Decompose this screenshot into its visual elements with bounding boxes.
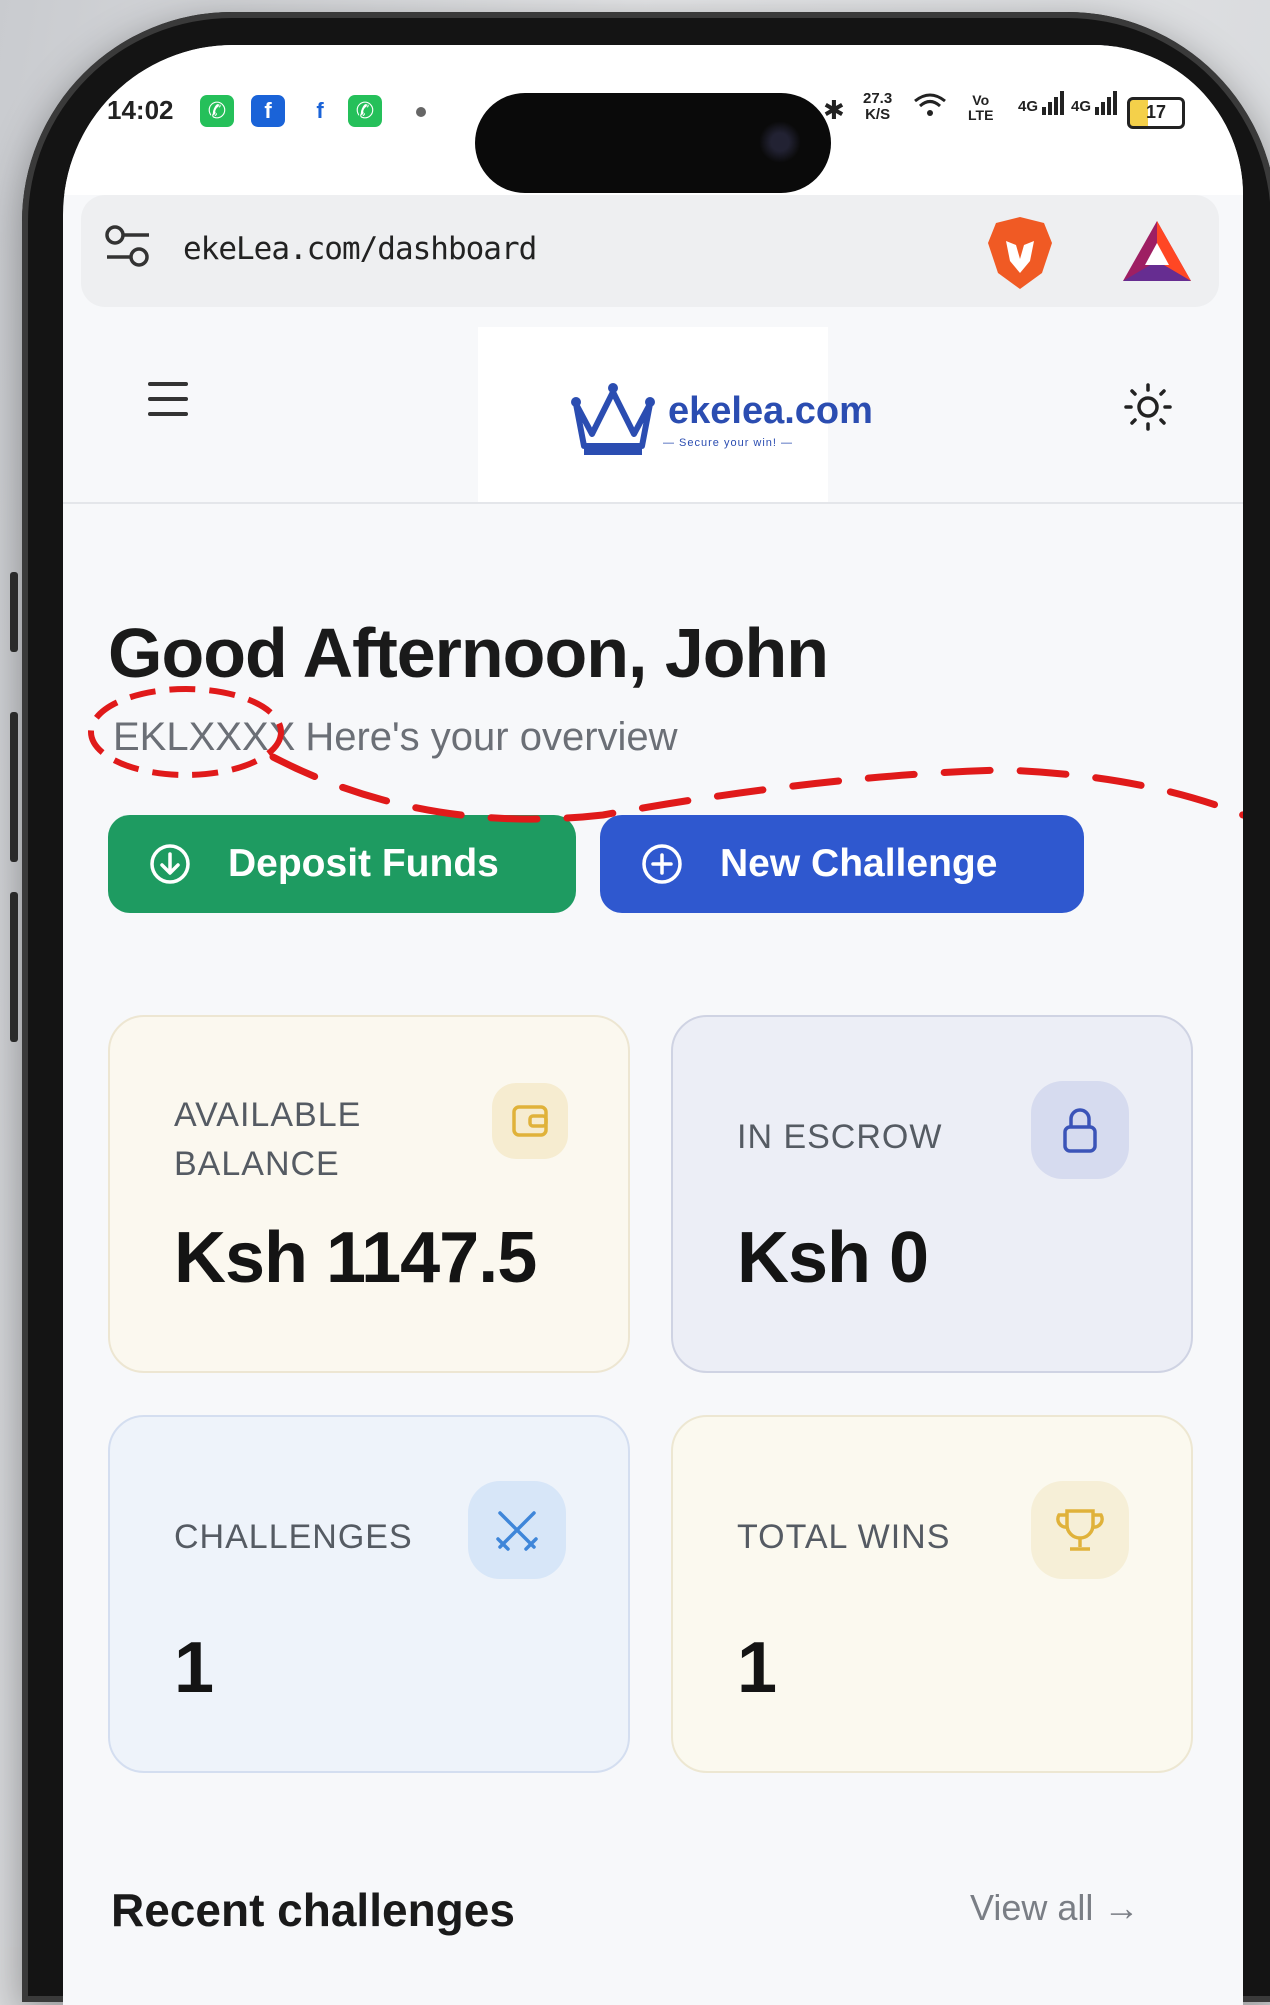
camera-icon: [759, 121, 801, 163]
theme-toggle-sun-icon[interactable]: [1123, 382, 1173, 432]
user-code: EKLXXXX: [113, 715, 296, 759]
annotation-dashed-line: [269, 753, 1243, 823]
greeting-title: Good Afternoon, John: [108, 614, 829, 692]
notification-dot: [416, 107, 426, 117]
battery-indicator: 17: [1127, 97, 1185, 129]
logo-text: ekelea.com: [668, 390, 873, 432]
challenges-label: CHALLENGES: [174, 1518, 413, 1556]
total-wins-value: 1: [737, 1628, 777, 1708]
site-settings-icon[interactable]: [103, 221, 153, 273]
trophy-icon: [1031, 1481, 1129, 1579]
status-bar: 14:02 ✆ f f ✆ ✱ 27.3 K/S Vo LTE 4G 4G 17: [63, 45, 1243, 195]
dynamic-island: [475, 93, 831, 193]
wallet-icon: [492, 1083, 568, 1159]
status-time: 14:02: [107, 95, 174, 125]
plus-circle-icon: [642, 844, 682, 884]
challenges-value: 1: [174, 1628, 214, 1708]
url-text[interactable]: ekeLea.com/dashboard: [183, 231, 537, 267]
bluetooth-icon: ✱: [823, 95, 845, 125]
wifi-icon: [913, 91, 947, 126]
whatsapp-icon: ✆: [348, 95, 382, 127]
available-balance-label: AVAILABLE BALANCE: [174, 1091, 361, 1189]
crossed-swords-icon: [468, 1481, 566, 1579]
facebook-square-icon: f: [251, 95, 285, 127]
browser-url-bar[interactable]: ekeLea.com/dashboard: [81, 195, 1219, 307]
brave-rewards-icon[interactable]: [1121, 219, 1193, 283]
whatsapp-icon: ✆: [200, 95, 234, 127]
new-challenge-label: New Challenge: [720, 842, 998, 885]
challenges-card: CHALLENGES 1: [108, 1415, 630, 1773]
facebook-icon: f: [316, 98, 324, 123]
overview-text: Here's your overview: [305, 715, 678, 759]
available-balance-label-line1: AVAILABLE: [174, 1096, 362, 1134]
volte-top: Vo: [972, 92, 990, 108]
signal-2: 4G: [1071, 91, 1118, 115]
in-escrow-label: IN ESCROW: [737, 1118, 943, 1156]
net-speed-unit: K/S: [865, 106, 891, 123]
available-balance-label-line2: BALANCE: [174, 1145, 340, 1183]
net-speed: 27.3 K/S: [863, 91, 892, 123]
greeting-subtitle: EKLXXXX Here's your overview: [113, 715, 678, 760]
net-speed-value: 27.3: [863, 90, 893, 107]
volume-button: [10, 892, 18, 1042]
download-circle-icon: [150, 844, 190, 884]
menu-icon[interactable]: [148, 382, 188, 416]
total-wins-card: TOTAL WINS 1: [671, 1415, 1193, 1773]
signal-2-label: 4G: [1071, 98, 1092, 115]
phone-screen: 14:02 ✆ f f ✆ ✱ 27.3 K/S Vo LTE 4G 4G 17: [63, 45, 1243, 2005]
deposit-funds-button[interactable]: Deposit Funds: [108, 815, 576, 913]
available-balance-card: AVAILABLE BALANCE Ksh 1147.5: [108, 1015, 630, 1373]
crown-icon: [571, 383, 655, 455]
new-challenge-button[interactable]: New Challenge: [600, 815, 1084, 913]
signal-1-label: 4G: [1018, 98, 1039, 115]
brave-shield-icon[interactable]: [986, 215, 1054, 291]
side-button: [10, 572, 18, 652]
signal-1: 4G: [1018, 91, 1065, 115]
volume-button: [10, 712, 18, 862]
available-balance-value: Ksh 1147.5: [174, 1218, 537, 1298]
in-escrow-card: IN ESCROW Ksh 0: [671, 1015, 1193, 1373]
total-wins-label: TOTAL WINS: [737, 1518, 951, 1556]
deposit-funds-label: Deposit Funds: [228, 842, 499, 885]
in-escrow-value: Ksh 0: [737, 1218, 929, 1298]
volte-bottom: LTE: [968, 107, 994, 123]
view-all-link[interactable]: View all →: [970, 1887, 1139, 1929]
logo-tagline: — Secure your win! —: [663, 437, 794, 449]
volte-indicator: Vo LTE: [968, 93, 993, 123]
app-header: ekelea.com — Secure your win! —: [63, 327, 1243, 504]
recent-challenges-title: Recent challenges: [111, 1884, 515, 1936]
lock-icon: [1031, 1081, 1129, 1179]
